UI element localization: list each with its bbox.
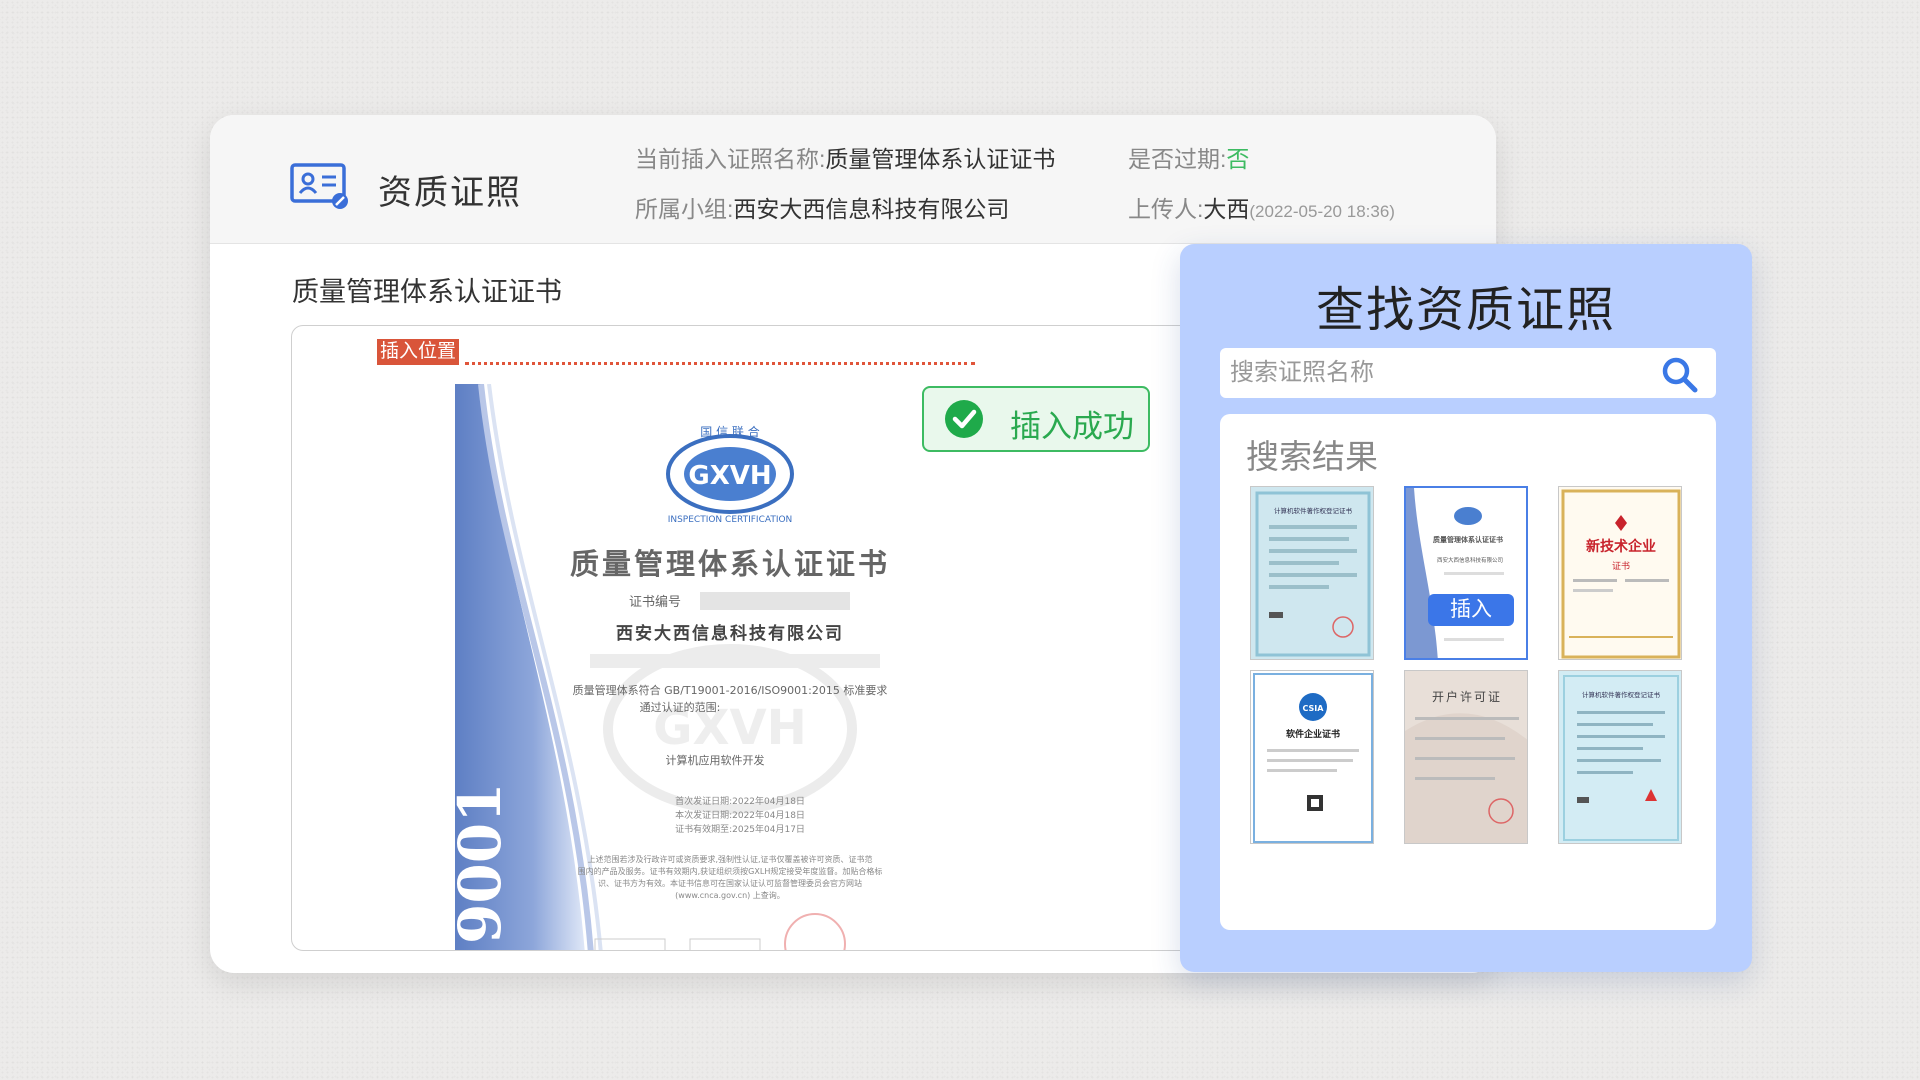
thumb-subtitle: 证书: [1612, 561, 1630, 572]
result-thumbnail-selected[interactable]: 质量管理体系认证证书 西安大西信息科技有限公司 插入: [1404, 486, 1528, 660]
current-cert-label: 当前插入证照名称:: [635, 146, 826, 172]
certificate-image: 9001 GXVH 国 信 联 合 INSPECTION CERTIFICATI…: [455, 384, 995, 950]
group-label: 所属小组:: [635, 196, 734, 222]
insert-success-toast: 插入成功: [922, 386, 1150, 452]
result-thumbnail[interactable]: CSIA 软件企业证书: [1250, 670, 1374, 844]
cert-date-current: 本次发证日期:2022年04月18日: [675, 809, 805, 821]
group-value: 西安大西信息科技有限公司: [733, 196, 1010, 222]
insert-button[interactable]: 插入: [1428, 594, 1514, 626]
cert-number-label: 证书编号: [629, 595, 681, 610]
thumb-title: 新技术企业: [1586, 538, 1656, 555]
cert-footer-4: (www.cnca.gov.cn) 上查询。: [675, 890, 785, 900]
panel-title: 查找资质证照: [1315, 284, 1616, 337]
cert-side-number: 9001: [455, 783, 514, 944]
cert-date-valid: 证书有效期至:2025年04月17日: [675, 823, 805, 835]
thumb-title: 开户许可证: [1432, 689, 1502, 704]
cert-scope-value: 计算机应用软件开发: [666, 753, 765, 767]
document-title: 质量管理体系认证证书: [292, 277, 562, 307]
thumb-title: 软件企业证书: [1286, 728, 1340, 740]
results-label: 搜索结果: [1246, 438, 1378, 475]
current-cert-value: 质量管理体系认证证书: [825, 146, 1056, 172]
search-box: [1220, 348, 1716, 398]
cert-footer-1: 上述范围若涉及行政许可或资质要求,强制性认证,证书仅覆盖被许可资质、证书范: [587, 854, 872, 864]
result-thumbnail[interactable]: 新技术企业 证书: [1558, 486, 1682, 660]
cert-emblem-arc-bottom: INSPECTION CERTIFICATION: [668, 515, 793, 525]
cert-date-issue: 首次发证日期:2022年04月18日: [675, 795, 805, 807]
cert-company: 西安大西信息科技有限公司: [616, 623, 844, 644]
thumb-title: 质量管理体系认证证书: [1433, 535, 1503, 544]
result-thumbnail[interactable]: 计算机软件著作权登记证书: [1250, 486, 1374, 660]
current-cert-meta: 当前插入证照名称:质量管理体系认证证书: [635, 140, 1055, 174]
result-thumbnail[interactable]: 开户许可证: [1404, 670, 1528, 844]
cert-emblem-text: GXVH: [688, 461, 771, 491]
expired-meta: 是否过期:否: [1128, 140, 1249, 174]
certificate-icon: [290, 163, 348, 209]
thumb-title: 计算机软件著作权登记证书: [1274, 506, 1353, 515]
thumb-badge: CSIA: [1303, 704, 1325, 713]
upload-time: (2022-05-20 18:36): [1249, 202, 1395, 221]
search-results: 搜索结果 计算机软件著作权登记证书 质量管理体系认证证书 西安大西信息科技有限公…: [1220, 414, 1716, 930]
cert-footer-2: 围内的产品及服务。证书有效期内,获证组织须按GXLH规定接受年度监督。加贴合格标: [578, 866, 883, 876]
search-panel: 查找资质证照 搜索结果 计算机软件著作权登记证书: [1180, 244, 1752, 972]
search-input[interactable]: [1230, 348, 1650, 398]
cert-title: 质量管理体系认证证书: [570, 547, 890, 581]
cert-footer-3: 识、证书方为有效。本证书信息可在国家认证认可监督管理委员会官方网站: [598, 878, 862, 888]
certificate-graphic: 9001 GXVH 国 信 联 合 INSPECTION CERTIFICATI…: [455, 384, 890, 950]
uploader-value: 大西: [1203, 196, 1250, 222]
cert-standard: 质量管理体系符合 GB/T19001-2016/ISO9001:2015 标准要…: [573, 683, 888, 697]
search-icon[interactable]: [1660, 355, 1700, 395]
uploader-meta: 上传人:大西(2022-05-20 18:36): [1128, 190, 1395, 224]
thumb-title: 计算机软件著作权登记证书: [1582, 690, 1661, 699]
group-meta: 所属小组:西安大西信息科技有限公司: [635, 190, 1009, 224]
expired-label: 是否过期:: [1128, 146, 1227, 172]
uploader-label: 上传人:: [1128, 196, 1204, 222]
insert-position-marker: 插入位置: [377, 339, 460, 365]
success-text: 插入成功: [1010, 409, 1134, 444]
thumb-company: 西安大西信息科技有限公司: [1437, 556, 1503, 564]
cert-emblem-arc: 国 信 联 合: [700, 424, 759, 439]
result-thumbnail[interactable]: 计算机软件著作权登记证书: [1558, 670, 1682, 844]
expired-value: 否: [1226, 146, 1250, 172]
card-header: 资质证照 当前插入证照名称:质量管理体系认证证书 是否过期:否 所属小组:西安大…: [210, 115, 1496, 244]
app-title: 资质证照: [378, 174, 522, 212]
insert-position-line: [465, 362, 975, 365]
check-circle-icon: [945, 400, 983, 438]
cert-scope-label: 通过认证的范围:: [640, 700, 721, 714]
